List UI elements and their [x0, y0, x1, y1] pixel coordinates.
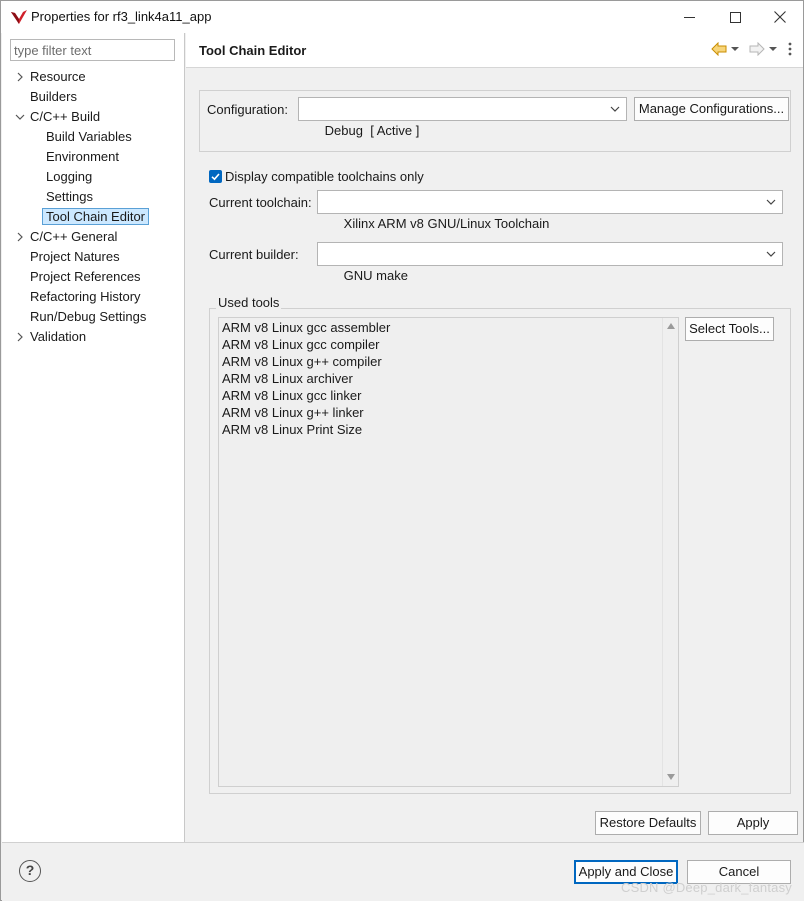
checkmark-icon — [211, 173, 220, 181]
tree-item-label: Validation — [30, 329, 87, 344]
tree-item-resource[interactable]: Resource — [17, 67, 86, 87]
minimize-icon — [683, 16, 695, 18]
manage-configurations-button[interactable]: Manage Configurations... — [634, 97, 789, 121]
used-tool-item[interactable]: ARM v8 Linux archiver — [222, 371, 353, 386]
tree-item-label: Build Variables — [46, 129, 132, 144]
used-tool-item[interactable]: ARM v8 Linux Print Size — [222, 422, 362, 437]
tree-item-tool-chain-editor[interactable]: Tool Chain Editor — [42, 207, 149, 227]
tree-item-label: C/C++ Build — [30, 109, 101, 124]
used-tools-list[interactable]: ARM v8 Linux gcc assembler ARM v8 Linux g… — [218, 317, 679, 787]
chevron-down-icon — [766, 199, 776, 205]
minimize-button[interactable] — [666, 1, 712, 33]
maximize-icon — [729, 11, 741, 23]
window-title: Properties for rf3_link4a11_app — [31, 9, 212, 24]
chevron-down-icon[interactable] — [15, 107, 25, 127]
properties-dialog: Properties for rf3_link4a11_app Resource… — [0, 0, 804, 901]
tree-item-environment[interactable]: Environment — [46, 147, 119, 167]
configuration-label: Configuration: — [207, 102, 288, 117]
tree-item-logging[interactable]: Logging — [46, 167, 92, 187]
filter-input[interactable] — [10, 39, 175, 61]
tree-item-run-debug-settings[interactable]: Run/Debug Settings — [30, 307, 146, 327]
maximize-button[interactable] — [712, 1, 758, 33]
tree-item-project-references[interactable]: Project References — [30, 267, 141, 287]
close-button[interactable] — [757, 1, 803, 33]
tree-item-c-c-build[interactable]: C/C++ Build — [15, 107, 101, 127]
used-tools-scrollbar[interactable] — [662, 318, 678, 786]
used-tool-item[interactable]: ARM v8 Linux g++ linker — [222, 405, 364, 420]
tree-item-label: Refactoring History — [30, 289, 141, 304]
chevron-down-icon — [766, 251, 776, 257]
chevron-down-icon — [610, 106, 620, 112]
dialog-button-bar: ? Apply and Close Cancel CSDN @Deep_dark… — [2, 842, 804, 901]
page-header: Tool Chain Editor — [186, 33, 803, 68]
back-menu-chevron-icon[interactable] — [729, 43, 741, 58]
current-builder-label: Current builder: — [209, 247, 299, 262]
tree-item-builders[interactable]: Builders — [30, 87, 77, 107]
page-content: Tool Chain Editor Configuration: Debug [… — [186, 33, 803, 842]
chevron-right-icon[interactable] — [15, 327, 25, 347]
tree-item-label: Resource — [30, 69, 86, 84]
tree-item-project-natures[interactable]: Project Natures — [30, 247, 120, 267]
tree-item-refactoring-history[interactable]: Refactoring History — [30, 287, 141, 307]
scroll-up-icon[interactable] — [666, 322, 676, 330]
used-tool-item[interactable]: ARM v8 Linux gcc assembler — [222, 320, 390, 335]
tree-item-label: Project Natures — [30, 249, 120, 264]
configuration-select-value: Debug [ Active ] — [324, 123, 420, 138]
property-nav-pane: Resource Builders C/C++ Build Build Variabl… — [2, 33, 185, 842]
help-icon[interactable]: ? — [19, 860, 41, 882]
current-builder-value: GNU make — [343, 268, 408, 283]
tree-item-validation[interactable]: Validation — [17, 327, 87, 347]
xilinx-logo-icon — [11, 10, 27, 24]
display-compatible-checkbox[interactable] — [209, 170, 222, 183]
tree-item-settings[interactable]: Settings — [46, 187, 93, 207]
chevron-right-icon[interactable] — [15, 227, 25, 247]
configuration-select[interactable]: Debug [ Active ] — [298, 97, 627, 138]
tree-item-label: Builders — [30, 89, 77, 104]
forward-arrow-icon[interactable] — [749, 41, 765, 59]
tree-item-label: Environment — [46, 149, 119, 164]
used-tools-label: Used tools — [216, 295, 282, 310]
current-builder-select[interactable]: GNU make — [317, 242, 783, 283]
tree-item-label: Project References — [30, 269, 141, 284]
scroll-down-icon[interactable] — [666, 773, 676, 781]
used-tool-item[interactable]: ARM v8 Linux g++ compiler — [222, 354, 382, 369]
chevron-right-icon[interactable] — [15, 67, 25, 87]
apply-button[interactable]: Apply — [708, 811, 798, 835]
used-tool-item[interactable]: ARM v8 Linux gcc linker — [222, 388, 361, 403]
tree-item-c-c-general[interactable]: C/C++ General — [17, 227, 118, 247]
watermark: CSDN @Deep_dark_fantasy — [621, 880, 792, 895]
display-compatible-label[interactable]: Display compatible toolchains only — [225, 169, 424, 184]
tree-item-label: C/C++ General — [30, 229, 118, 244]
page-title: Tool Chain Editor — [199, 43, 307, 58]
tree-item-label: Run/Debug Settings — [30, 309, 147, 324]
tree-item-build-variables[interactable]: Build Variables — [46, 127, 132, 147]
tree-item-label: Tool Chain Editor — [42, 208, 149, 225]
tree-item-label: Logging — [46, 169, 93, 184]
current-toolchain-label: Current toolchain: — [209, 195, 312, 210]
forward-menu-chevron-icon[interactable] — [767, 43, 779, 58]
close-icon — [774, 11, 786, 23]
view-menu-icon[interactable] — [787, 41, 793, 60]
page-nav-icons — [711, 41, 793, 60]
select-tools-button[interactable]: Select Tools... — [685, 317, 774, 341]
current-toolchain-value: Xilinx ARM v8 GNU/Linux Toolchain — [343, 216, 550, 231]
current-toolchain-select[interactable]: Xilinx ARM v8 GNU/Linux Toolchain — [317, 190, 783, 231]
tree-item-label: Settings — [46, 189, 93, 204]
back-arrow-icon[interactable] — [711, 41, 727, 59]
used-tool-item[interactable]: ARM v8 Linux gcc compiler — [222, 337, 380, 352]
restore-defaults-button[interactable]: Restore Defaults — [595, 811, 701, 835]
title-bar[interactable]: Properties for rf3_link4a11_app — [1, 1, 803, 33]
